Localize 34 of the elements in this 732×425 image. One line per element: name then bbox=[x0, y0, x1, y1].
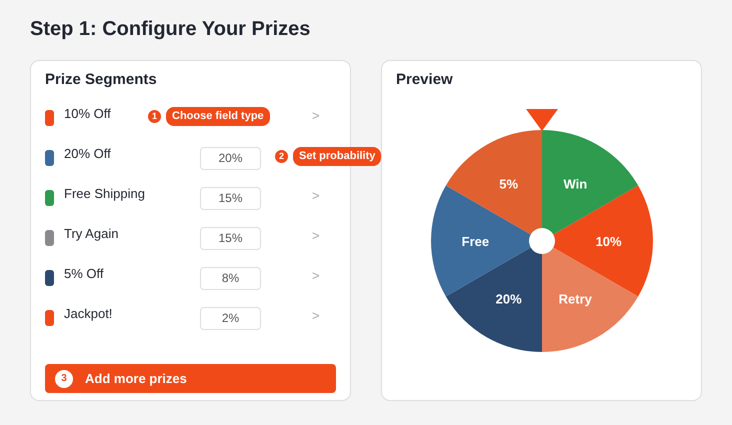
probability-field[interactable]: 2% bbox=[200, 307, 261, 330]
prize-name: Jackpot! bbox=[64, 306, 112, 321]
panel-title: Prize Segments bbox=[44, 70, 158, 90]
step-number: 1 bbox=[148, 110, 161, 123]
prize-name: 10% Off bbox=[64, 106, 111, 121]
button-label: Add more prizes bbox=[85, 370, 187, 388]
add-prizes-button[interactable]: 3 Add more prizes bbox=[45, 364, 336, 393]
chevron-icon[interactable]: > bbox=[312, 226, 320, 246]
chevron-icon[interactable]: > bbox=[312, 266, 320, 286]
probability-field[interactable]: 15% bbox=[200, 187, 261, 210]
segment-label: 20% bbox=[496, 292, 522, 307]
prize-name: 20% Off bbox=[64, 146, 111, 161]
probability-field[interactable]: 8% bbox=[200, 267, 261, 290]
segment-label: Win bbox=[563, 176, 588, 192]
segment-label: Retry bbox=[558, 292, 592, 307]
probability-field[interactable]: 20% bbox=[200, 147, 261, 170]
chevron-icon[interactable]: > bbox=[312, 306, 320, 326]
step-number: 3 bbox=[55, 370, 73, 388]
step-number: 2 bbox=[275, 150, 288, 163]
wheel-hub bbox=[529, 228, 555, 254]
callout-label: Set probability bbox=[293, 147, 382, 166]
chevron-icon[interactable]: > bbox=[312, 186, 320, 206]
segment-label: Free bbox=[462, 234, 490, 249]
pointer-icon bbox=[526, 109, 558, 131]
segment-label: 5% bbox=[499, 176, 518, 192]
callout-label: Choose field type bbox=[166, 107, 270, 126]
probability-field[interactable]: 15% bbox=[200, 227, 261, 250]
prize-name: Try Again bbox=[64, 226, 118, 241]
chevron-icon[interactable]: > bbox=[312, 106, 320, 126]
prize-name: Free Shipping bbox=[64, 186, 145, 201]
prize-name: 5% Off bbox=[64, 266, 104, 281]
panel-title: Preview bbox=[395, 70, 454, 90]
page-title: Step 1: Configure Your Prizes bbox=[29, 17, 312, 41]
segment-label: 10% bbox=[596, 234, 622, 249]
